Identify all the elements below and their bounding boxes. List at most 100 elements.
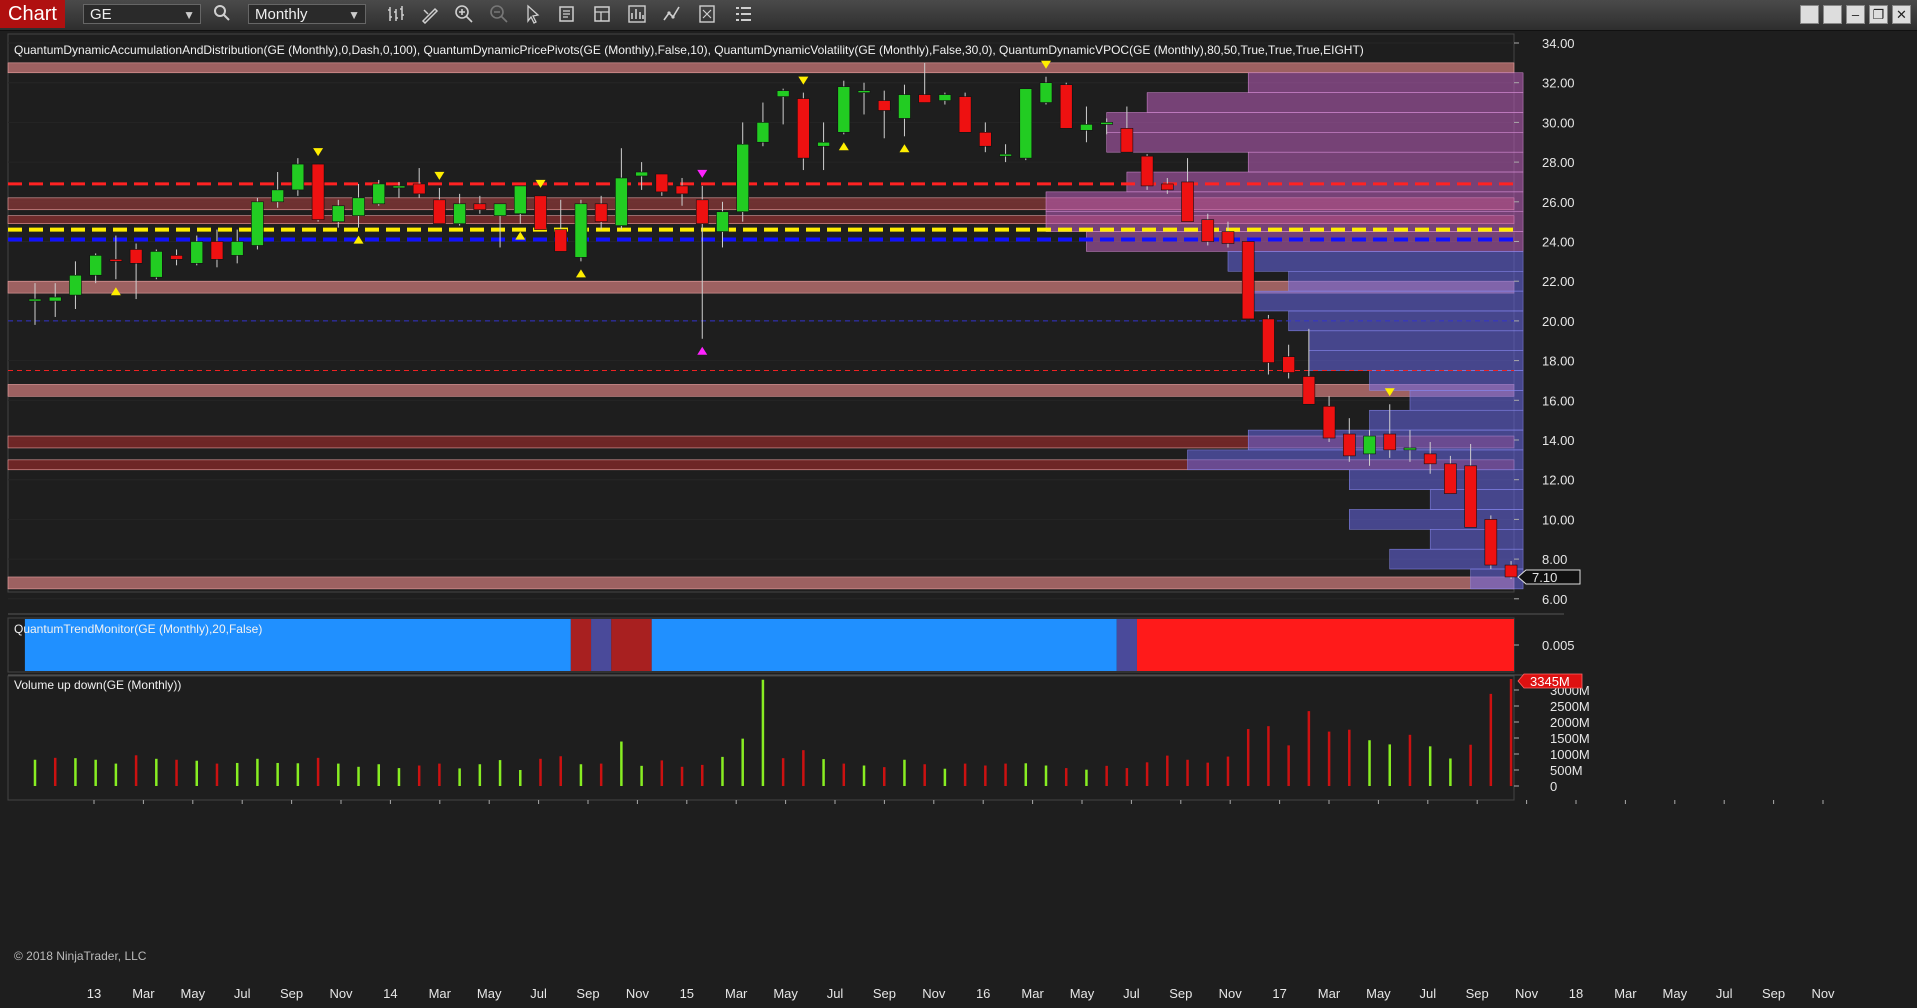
candle-body [150,251,163,278]
time-axis-label: Sep [280,986,303,1001]
time-axis-label: May [1663,986,1688,1001]
restore-button[interactable]: ❐ [1869,5,1888,24]
zoom-out-icon[interactable] [488,4,510,26]
volume-profile-bar [1045,191,1524,212]
candle-body [1363,435,1376,455]
time-axis-label: Sep [1466,986,1489,1001]
volume-axis-label: 1500M [1550,731,1590,746]
time-axis-label: Sep [576,986,599,1001]
candle-body [311,163,325,220]
data-box-icon[interactable] [556,4,578,26]
time-axis-label: Nov [1811,986,1835,1001]
volume-profile-bar [1045,211,1524,232]
interval-selector[interactable]: Monthly ▼ [248,4,366,24]
price-axis-label: 14.00 [1542,433,1575,448]
time-axis-label: Nov [1219,986,1243,1001]
candle-body [170,255,183,260]
candle-body [1080,124,1093,131]
candle-body [1019,88,1033,159]
candle-body [1322,405,1336,439]
price-axis-label: 22.00 [1542,274,1575,289]
time-axis-label: 13 [87,986,101,1001]
properties-icon[interactable] [591,4,613,26]
bar-style-icon[interactable] [385,4,407,26]
copyright-text: © 2018 NinjaTrader, LLC [14,949,147,963]
time-axis-label: 14 [383,986,397,1001]
trend-segment [611,619,652,671]
indicators-icon[interactable] [626,4,648,26]
candle-body [1343,433,1356,457]
price-axis-label: 28.00 [1542,155,1575,170]
close-button[interactable]: ✕ [1892,5,1911,24]
price-axis-label: 20.00 [1542,314,1575,329]
support-resistance-zone [7,576,1515,590]
candle-body [190,241,204,264]
chart-area[interactable]: 34.00 32.00 30.00 28.00 26.00 24.00 22.00 20.00… [0,31,1917,1003]
price-axis-label: 26.00 [1542,195,1575,210]
price-axis-label: 16.00 [1542,393,1575,408]
candle-body [412,183,426,195]
candle-body [1262,318,1275,363]
candle-body [1181,181,1194,222]
time-axis-label: Nov [1515,986,1539,1001]
chart-tab[interactable]: Chart [0,0,65,28]
candle-body [554,229,568,252]
time-axis-label: Mar [1021,986,1044,1001]
chevron-down-icon: ▼ [348,8,360,22]
time-axis-label: May [477,986,502,1001]
instrument-value: GE [90,6,112,23]
time-axis-label: Mar [725,986,748,1001]
strategies-icon[interactable] [661,4,683,26]
price-axis-label: 24.00 [1542,235,1575,250]
candle-body [129,249,143,264]
volume-profile-bar [1409,390,1524,411]
candle-body [513,185,527,215]
candle-body [1383,433,1397,451]
zoom-in-icon[interactable] [453,4,475,26]
candle-body [352,197,365,216]
candle-body [1201,219,1215,242]
volume-profile-bar [1389,548,1524,570]
volume-profile-bar [1369,370,1524,391]
trend-segment [1116,619,1137,671]
candle-body [675,185,689,195]
volume-axis-label: 1000M [1550,747,1590,762]
time-axis-label: May [181,986,206,1001]
candle-body [1221,231,1235,244]
candle-body [999,153,1012,157]
minimize-button[interactable]: – [1846,5,1865,24]
candle-body [433,199,446,224]
candle-body [331,205,345,222]
candle-body [716,211,729,232]
volume-profile-bar [1369,409,1524,431]
candle-body [958,96,972,133]
candle-body [695,199,709,224]
candle-body [48,296,62,302]
price-axis-label: 10.00 [1542,512,1575,527]
candle-body [877,100,891,111]
tile-window-icon[interactable] [1800,5,1819,24]
drawing-tool-icon[interactable] [419,4,441,26]
candle-body [938,94,952,101]
trend-segment [591,619,612,671]
instrument-selector[interactable]: GE ▼ [83,4,201,24]
candle-body [615,177,628,226]
time-axis-label: Mar [1318,986,1341,1001]
templates-icon[interactable] [696,4,718,26]
chart-canvas[interactable]: 34.00 32.00 30.00 28.00 26.00 24.00 22.00 20.00… [0,31,1917,1003]
volume-profile-bar [1227,251,1524,272]
volume-profile-bar [1308,330,1524,351]
pointer-icon[interactable] [522,4,544,26]
candle-body [210,241,224,260]
time-axis-label: Sep [1762,986,1785,1001]
volume-profile-bar [1247,151,1524,173]
volume-profile-bar [1106,132,1524,153]
candle-body [1444,463,1457,494]
candle-body [1403,447,1417,451]
time-axis-label: Nov [329,986,353,1001]
price-axis-label: 18.00 [1542,354,1575,369]
candle-body [230,241,244,256]
menu-icon[interactable] [732,4,754,26]
search-icon[interactable] [211,4,233,26]
tile-window-icon[interactable] [1823,5,1842,24]
